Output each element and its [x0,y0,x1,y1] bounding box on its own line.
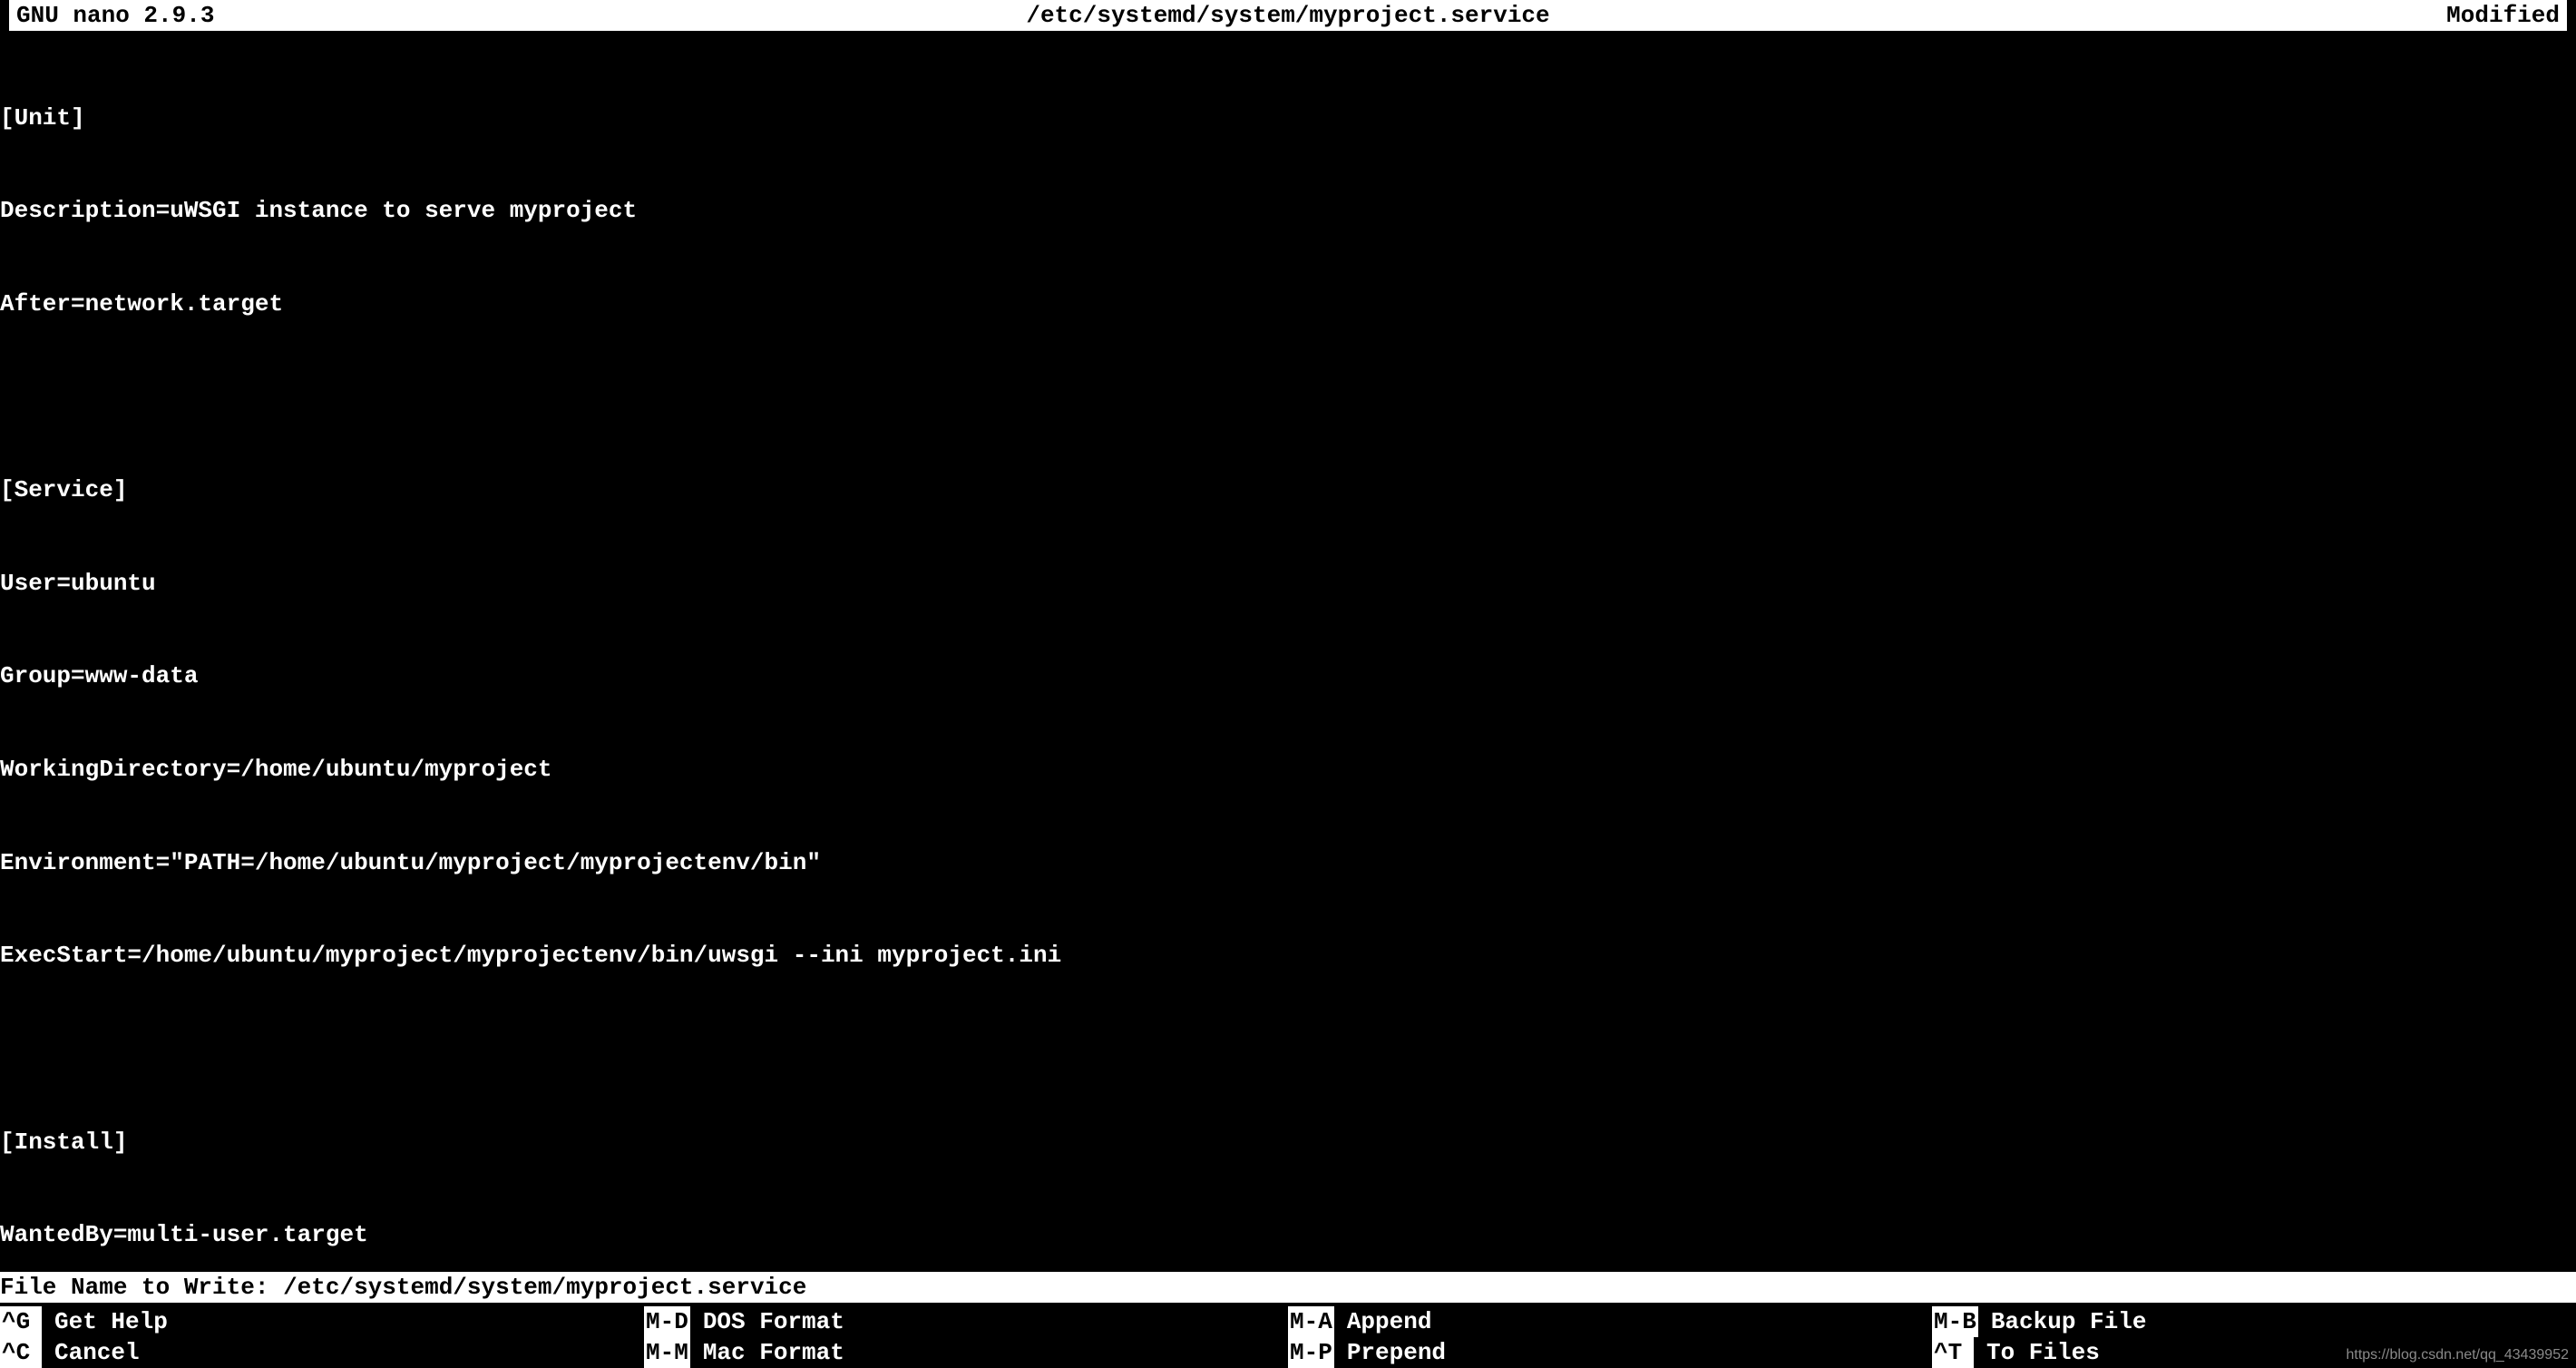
help-append[interactable]: M-A Append [1288,1306,1932,1337]
help-prepend[interactable]: M-P Prepend [1288,1337,1932,1368]
help-desc: To Files [1974,1337,2100,1368]
editor-line: After=network.target [0,288,2576,319]
editor-line: Description=uWSGI instance to serve mypr… [0,195,2576,226]
help-key: M-M [644,1337,690,1368]
help-desc: Prepend [1334,1337,1446,1368]
editor-line [0,1033,2576,1064]
file-path: /etc/systemd/system/myproject.service [9,0,2567,31]
prompt-label: File Name to Write: [0,1272,283,1303]
help-key: M-B [1932,1306,1978,1337]
title-bar: GNU nano 2.9.3 /etc/systemd/system/mypro… [9,0,2567,31]
modified-status: Modified [2446,0,2560,31]
help-dos-format[interactable]: M-D DOS Format [644,1306,1288,1337]
editor-line: ExecStart=/home/ubuntu/myproject/myproje… [0,940,2576,971]
help-row-1: ^G Get Help M-D DOS Format M-A Append M-… [0,1306,2576,1337]
prompt-value: /etc/systemd/system/myproject.service [283,1272,806,1303]
help-key: ^T [1932,1337,1974,1368]
filename-prompt[interactable]: File Name to Write: /etc/systemd/system/… [0,1272,2576,1303]
app-name: GNU nano 2.9.3 [16,0,214,31]
help-row-2: ^C Cancel M-M Mac Format M-P Prepend ^T … [0,1337,2576,1368]
editor-area[interactable]: [Unit] Description=uWSGI instance to ser… [0,31,2576,1281]
help-desc: Backup File [1978,1306,2147,1337]
help-key: ^C [0,1337,42,1368]
help-key: M-A [1288,1306,1334,1337]
help-bar: ^G Get Help M-D DOS Format M-A Append M-… [0,1306,2576,1368]
editor-line: [Unit] [0,103,2576,133]
editor-line: WorkingDirectory=/home/ubuntu/myproject [0,754,2576,785]
editor-line: Group=www-data [0,660,2576,691]
help-key: M-D [644,1306,690,1337]
help-desc: Cancel [42,1337,140,1368]
editor-line [0,382,2576,413]
help-desc: Get Help [42,1306,168,1337]
help-desc: Mac Format [690,1337,844,1368]
editor-line: User=ubuntu [0,568,2576,599]
help-key: ^G [0,1306,42,1337]
help-mac-format[interactable]: M-M Mac Format [644,1337,1288,1368]
watermark: https://blog.csdn.net/qq_43439952 [2346,1345,2569,1364]
editor-line: [Service] [0,474,2576,505]
help-key: M-P [1288,1337,1334,1368]
help-desc: DOS Format [690,1306,844,1337]
editor-line: Environment="PATH=/home/ubuntu/myproject… [0,847,2576,878]
help-get-help[interactable]: ^G Get Help [0,1306,644,1337]
help-cancel[interactable]: ^C Cancel [0,1337,644,1368]
help-backup-file[interactable]: M-B Backup File [1932,1306,2576,1337]
editor-line: [Install] [0,1127,2576,1158]
editor-line: WantedBy=multi-user.target [0,1219,2576,1250]
help-desc: Append [1334,1306,1432,1337]
